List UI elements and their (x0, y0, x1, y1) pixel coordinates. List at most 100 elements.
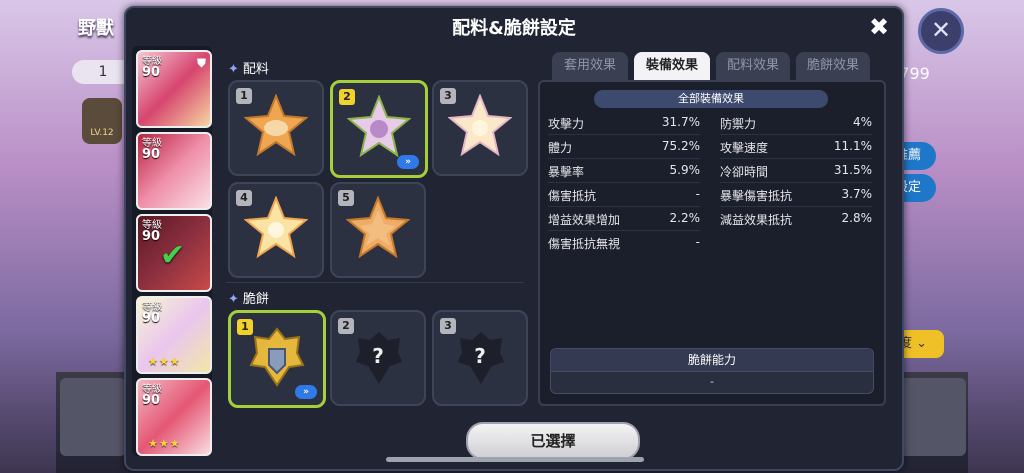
cookie-card[interactable]: 等級 90 ⛊ (136, 50, 212, 128)
stat-row: 暴擊傷害抵抗 3.7% (720, 185, 872, 205)
star-topping-icon (244, 196, 308, 259)
row-divider (548, 182, 700, 183)
row-divider (548, 134, 700, 135)
stat-row: 傷害抵抗 - (548, 185, 700, 205)
stat-label: 增益效果增加 (548, 213, 621, 227)
modal-title: 配料&脆餅設定 (452, 18, 576, 39)
stat-row: 體力 75.2% (548, 137, 700, 157)
row-divider (720, 182, 872, 183)
background-title: 野獸 (78, 18, 114, 39)
star-topping-icon (346, 196, 410, 259)
checkmark-icon: ✔ (160, 238, 186, 273)
stat-value: 11.1% (833, 139, 872, 153)
stat-label: 傷害抵抗 (548, 189, 597, 203)
stat-value: 31.7% (661, 115, 700, 129)
tab-topping-effects[interactable]: 配料效果 (716, 52, 790, 80)
stat-value: 4% (852, 115, 872, 129)
chevron-down-icon: ⌄ (916, 336, 928, 351)
stat-label: 傷害抵抗無視 (548, 237, 621, 251)
background-level-badge: LV.12 (82, 98, 122, 144)
topping-slot-2[interactable]: 2 » (330, 80, 428, 178)
biscuit-slot-2[interactable]: 2 ? (330, 310, 426, 406)
stat-label: 體力 (548, 141, 573, 155)
slot-number: 3 (440, 318, 456, 334)
cookie-level: 等級 90 (142, 56, 162, 80)
close-icon[interactable]: ✖ (866, 14, 892, 40)
star-topping-icon (244, 94, 308, 157)
stat-row: 防禦力 4% (720, 113, 872, 133)
effects-header: 全部裝備效果 (594, 90, 828, 108)
cookie-level: 等級 90 (142, 384, 162, 408)
selected-button[interactable]: 已選擇 (466, 422, 640, 460)
biscuit-slot-1[interactable]: 1 » (228, 310, 326, 408)
cookie-stars: ★★★ (148, 437, 181, 450)
row-divider (720, 158, 872, 159)
slot-number: 2 (338, 318, 354, 334)
toppings-section-label: ✦ 配料 (228, 62, 269, 77)
star-topping-icon (347, 95, 411, 158)
background-cookie-card[interactable] (60, 378, 126, 456)
cookie-level: 等級 90 (142, 220, 162, 244)
row-divider (720, 206, 872, 207)
sparkle-icon: ✦ (228, 292, 239, 307)
stat-row: 增益效果增加 2.2% (548, 209, 700, 229)
row-divider (548, 206, 700, 207)
tab-biscuit-effects[interactable]: 脆餅效果 (796, 52, 870, 80)
biscuit-section-label: ✦ 脆餅 (228, 292, 269, 307)
cookie-card[interactable]: 等級 90 ★★★ (136, 378, 212, 456)
biscuit-ability-value: - (710, 375, 714, 388)
section-divider (226, 282, 524, 283)
stat-value: - (695, 235, 700, 249)
home-indicator (386, 457, 644, 462)
stat-label: 攻擊力 (548, 117, 585, 131)
stat-value: 2.2% (669, 211, 701, 225)
row-divider (548, 230, 700, 231)
biscuit-ability-title: 脆餅能力 (551, 349, 873, 372)
stat-row: 冷卻時間 31.5% (720, 161, 872, 181)
star-topping-icon (448, 94, 512, 157)
tab-equipment-effects[interactable]: 裝備效果 (634, 52, 710, 80)
sparkle-icon: ✦ (228, 62, 239, 77)
topping-slot-5[interactable]: 5 (330, 182, 426, 278)
background-cookie-card[interactable] (900, 378, 966, 456)
row-divider (548, 158, 700, 159)
stat-value: 5.9% (669, 163, 701, 177)
stat-label: 防禦力 (720, 117, 757, 131)
shield-icon: ⛊ (196, 56, 206, 70)
question-mark-icon: ? (474, 344, 486, 368)
cookie-level: 等級 90 (142, 138, 162, 162)
topping-slot-4[interactable]: 4 (228, 182, 324, 278)
stat-row: 暴擊率 5.9% (548, 161, 700, 181)
stat-row: 攻擊力 31.7% (548, 113, 700, 133)
stat-value: - (695, 187, 700, 201)
stat-label: 暴擊傷害抵抗 (720, 189, 793, 203)
stat-value: 31.5% (833, 163, 872, 177)
topping-slot-1[interactable]: 1 (228, 80, 324, 176)
background-close-icon[interactable]: ✕ (918, 8, 964, 54)
stat-label: 攻擊速度 (720, 141, 769, 155)
upgrade-badge-icon: » (397, 155, 419, 169)
question-mark-icon: ? (372, 344, 384, 368)
cookie-level: 等級 90 (142, 302, 162, 326)
cookie-card[interactable]: 等級 90 (136, 132, 212, 210)
background-level-text: LV.12 (90, 128, 114, 138)
biscuit-crest-icon (249, 327, 305, 387)
upgrade-badge-icon: » (295, 385, 317, 399)
stat-value: 75.2% (661, 139, 700, 153)
cookie-card[interactable]: 等級 90 ✔ (136, 214, 212, 292)
stat-label: 減益效果抵抗 (720, 213, 793, 227)
stat-row: 傷害抵抗無視 - (548, 233, 700, 253)
cookie-card[interactable]: 等級 90 ★★★ (136, 296, 212, 374)
stat-label: 冷卻時間 (720, 165, 769, 179)
cookie-stars: ★★★ (148, 355, 181, 368)
stat-value: 2.8% (841, 211, 873, 225)
topping-slot-3[interactable]: 3 (432, 80, 528, 176)
biscuit-ability-box: 脆餅能力 - (550, 348, 874, 394)
biscuit-slot-3[interactable]: 3 ? (432, 310, 528, 406)
stat-label: 暴擊率 (548, 165, 585, 179)
stat-value: 3.7% (841, 187, 873, 201)
row-divider (720, 134, 872, 135)
stat-row: 攻擊速度 11.1% (720, 137, 872, 157)
tab-applied-effects[interactable]: 套用效果 (552, 52, 628, 80)
stat-row: 減益效果抵抗 2.8% (720, 209, 872, 229)
